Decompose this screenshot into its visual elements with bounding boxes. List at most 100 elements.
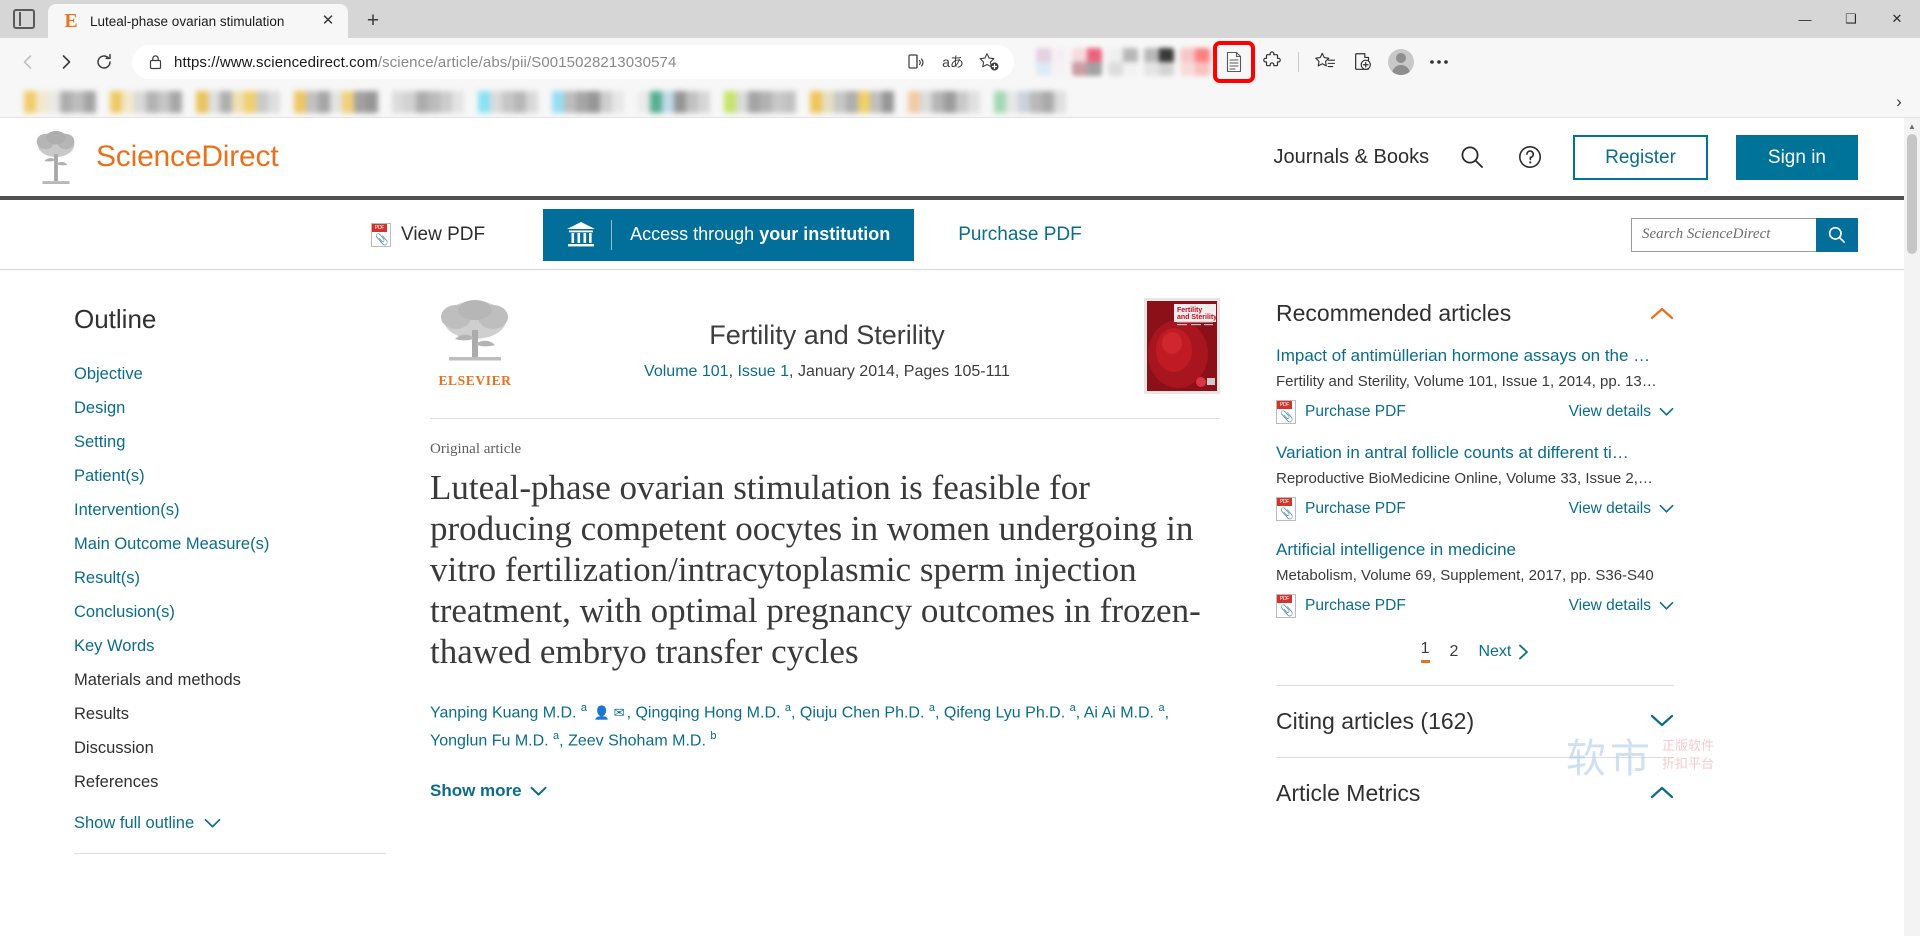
vertical-tabs-icon[interactable] (13, 9, 35, 29)
bookmark-item[interactable] (294, 90, 378, 113)
search-submit-button[interactable] (1816, 217, 1858, 252)
forward-icon[interactable] (48, 44, 84, 80)
back-icon[interactable] (10, 44, 46, 80)
article-metrics-section[interactable]: Article Metrics (1276, 758, 1674, 807)
maximize-button[interactable]: ❑ (1828, 0, 1874, 38)
close-window-button[interactable]: ✕ (1874, 0, 1920, 38)
show-full-outline-button[interactable]: Show full outline (74, 799, 420, 833)
outline-item-interventions[interactable]: Intervention(s) (74, 493, 420, 527)
author-name[interactable]: Qingqing Hong M.D. (635, 704, 780, 721)
add-favorite-icon[interactable] (978, 51, 1000, 73)
bookmark-item[interactable] (478, 90, 538, 113)
scrollbar-thumb[interactable] (1907, 134, 1917, 254)
chevron-down-icon (1659, 408, 1674, 416)
recommended-articles-header[interactable]: Recommended articles (1276, 300, 1674, 327)
favorites-icon[interactable] (1307, 44, 1343, 80)
bookmark-item[interactable] (724, 90, 796, 113)
close-tab-icon[interactable]: ✕ (318, 11, 338, 31)
bookmark-item[interactable] (908, 90, 980, 113)
minimize-button[interactable]: — (1782, 0, 1828, 38)
author-name[interactable]: Ai Ai M.D. (1084, 704, 1154, 721)
browser-tab[interactable]: E Luteal-phase ovarian stimulation ✕ (48, 4, 348, 38)
collections-icon[interactable] (1345, 44, 1381, 80)
extension-icon-2[interactable] (1072, 48, 1102, 76)
chevron-up-icon[interactable] (1650, 782, 1674, 805)
extension-icon-4[interactable] (1144, 48, 1174, 76)
scroll-up-icon[interactable]: ▲ (1904, 118, 1920, 134)
citing-articles-section[interactable]: Citing articles (162) (1276, 686, 1674, 735)
author-name[interactable]: Qiuju Chen Ph.D. (800, 704, 925, 721)
page-2-button[interactable]: 2 (1450, 643, 1459, 661)
extensions-icon[interactable] (1254, 44, 1290, 80)
page-scrollbar[interactable]: ▲ (1904, 118, 1920, 936)
outline-item-key-words[interactable]: Key Words (74, 629, 420, 663)
purchase-pdf-link[interactable]: Purchase PDF (1276, 400, 1406, 425)
author-name[interactable]: Zeev Shoham M.D. (568, 732, 706, 749)
outline-item-references[interactable]: References (74, 765, 420, 799)
journals-and-books-link[interactable]: Journals & Books (1274, 146, 1430, 169)
extension-icon-1[interactable] (1036, 48, 1066, 76)
bookmark-item[interactable] (24, 90, 96, 113)
bookmark-item[interactable] (638, 90, 710, 113)
view-details-link[interactable]: View details (1569, 500, 1674, 518)
view-details-link[interactable]: View details (1569, 403, 1674, 421)
author-name[interactable]: Yanping Kuang M.D. (430, 704, 576, 721)
issue-link[interactable]: Issue 1 (737, 363, 789, 380)
author-person-icon[interactable]: 👤 (594, 705, 610, 720)
author-name[interactable]: Qifeng Lyu Ph.D. (944, 704, 1065, 721)
view-pdf-button[interactable]: View PDF (371, 222, 485, 247)
search-icon[interactable] (1457, 142, 1487, 172)
reload-icon[interactable] (86, 44, 122, 80)
extension-icon-5[interactable] (1180, 48, 1210, 76)
outline-item-discussion[interactable]: Discussion (74, 731, 420, 765)
profile-avatar[interactable] (1383, 44, 1419, 80)
register-button[interactable]: Register (1573, 134, 1708, 180)
view-details-link[interactable]: View details (1569, 597, 1674, 615)
bookmark-item[interactable] (552, 90, 624, 113)
outline-item-design[interactable]: Design (74, 391, 420, 425)
help-icon[interactable] (1515, 142, 1545, 172)
tab-search-button[interactable] (0, 0, 48, 38)
corresponding-author-email-icon[interactable]: ✉ (614, 705, 625, 720)
bookmark-item[interactable] (110, 90, 182, 113)
read-aloud-icon[interactable] (906, 51, 928, 73)
outline-item-main-outcome-measures[interactable]: Main Outcome Measure(s) (74, 527, 420, 561)
chevron-up-icon[interactable] (1650, 304, 1674, 324)
journal-cover-image[interactable]: Fertility and Sterility (1144, 298, 1220, 394)
recommended-article-title[interactable]: Impact of antimüllerian hormone assays o… (1276, 345, 1674, 367)
outline-item-materials-and-methods[interactable]: Materials and methods (74, 663, 420, 697)
bookmarks-overflow-icon[interactable]: › (1886, 86, 1912, 118)
new-tab-button[interactable]: + (356, 4, 390, 38)
outline-item-results[interactable]: Results (74, 697, 420, 731)
outline-item-results-abstract[interactable]: Result(s) (74, 561, 420, 595)
search-input[interactable]: Search ScienceDirect (1631, 217, 1816, 252)
page-1-button[interactable]: 1 (1420, 640, 1430, 664)
recommended-article-title[interactable]: Variation in antral follicle counts at d… (1276, 442, 1674, 464)
sign-in-button[interactable]: Sign in (1735, 134, 1858, 180)
purchase-pdf-link[interactable]: Purchase PDF (1276, 594, 1406, 619)
outline-item-conclusions[interactable]: Conclusion(s) (74, 595, 420, 629)
access-through-institution-button[interactable]: Access through your institution (543, 208, 915, 261)
elsevier-tree-icon (441, 300, 508, 361)
outline-item-patients[interactable]: Patient(s) (74, 459, 420, 493)
sciencedirect-logo[interactable]: ScienceDirect (30, 129, 279, 185)
bookmark-item[interactable] (392, 90, 464, 113)
next-page-button[interactable]: Next (1478, 643, 1529, 661)
extension-icon-3[interactable] (1108, 48, 1138, 76)
purchase-pdf-link[interactable]: Purchase PDF (958, 224, 1082, 246)
reading-view-icon[interactable] (1213, 41, 1255, 83)
purchase-pdf-link[interactable]: Purchase PDF (1276, 497, 1406, 522)
bookmark-item[interactable] (994, 90, 1066, 113)
volume-link[interactable]: Volume 101 (644, 363, 729, 380)
settings-more-icon[interactable] (1421, 44, 1457, 80)
address-bar[interactable]: https://www.sciencedirect.com/science/ar… (132, 45, 1014, 79)
outline-item-setting[interactable]: Setting (74, 425, 420, 459)
recommended-article-title[interactable]: Artificial intelligence in medicine (1276, 539, 1674, 561)
translate-icon[interactable]: aあ (942, 51, 964, 73)
author-name[interactable]: Yonglun Fu M.D. (430, 732, 549, 749)
bookmark-item[interactable] (196, 90, 280, 113)
chevron-down-icon[interactable] (1650, 710, 1674, 733)
bookmark-item[interactable] (810, 90, 894, 113)
show-more-button[interactable]: Show more (430, 781, 1220, 801)
outline-item-objective[interactable]: Objective (74, 357, 420, 391)
